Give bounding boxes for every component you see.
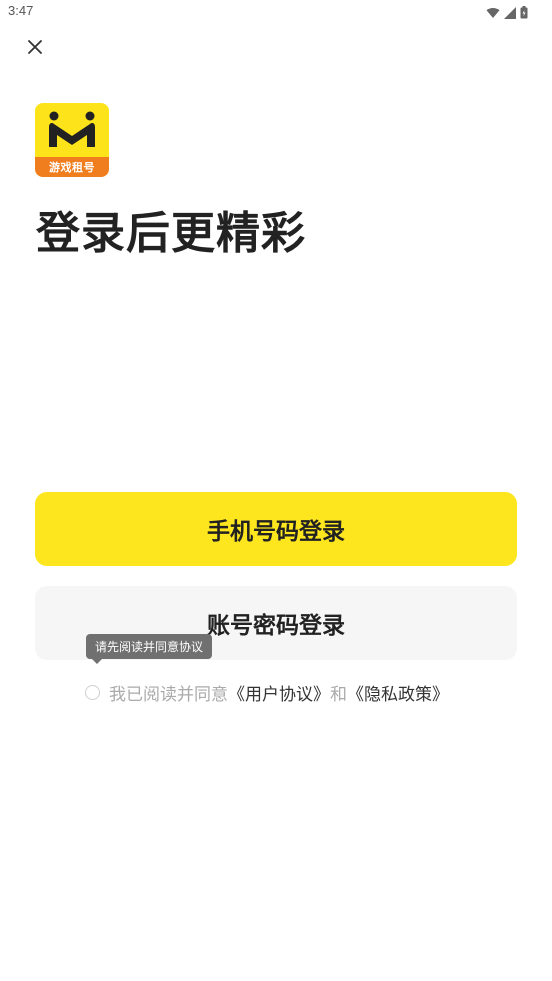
close-icon	[28, 39, 42, 58]
status-time: 3:47	[8, 3, 34, 18]
account-login-label: 账号密码登录	[207, 613, 345, 639]
signal-icon	[504, 4, 516, 23]
agreement-row: 我已阅读并同意 《用户协议》 和 《隐私政策》	[85, 680, 449, 705]
page-title: 登录后更精彩	[36, 208, 306, 259]
phone-login-label: 手机号码登录	[207, 519, 345, 545]
wifi-icon	[486, 4, 500, 23]
app-logo-mark-icon	[49, 111, 95, 147]
status-bar: 3:47	[0, 0, 552, 24]
privacy-policy-link[interactable]: 《隐私政策》	[347, 680, 449, 705]
app-logo: 游戏租号	[35, 103, 109, 177]
agreement-prefix: 我已阅读并同意	[109, 685, 228, 705]
agreement-conjunction: 和	[330, 685, 347, 705]
phone-login-button[interactable]: 手机号码登录	[35, 492, 517, 566]
agreement-tooltip: 请先阅读并同意协议	[86, 634, 213, 664]
agree-checkbox[interactable]	[85, 685, 100, 700]
logo-text: 游戏租号	[49, 161, 95, 174]
close-button[interactable]	[23, 36, 47, 60]
battery-icon	[520, 4, 528, 23]
logo-band: 游戏租号	[35, 157, 109, 177]
status-icons	[486, 4, 528, 23]
user-agreement-link[interactable]: 《用户协议》	[228, 680, 330, 705]
